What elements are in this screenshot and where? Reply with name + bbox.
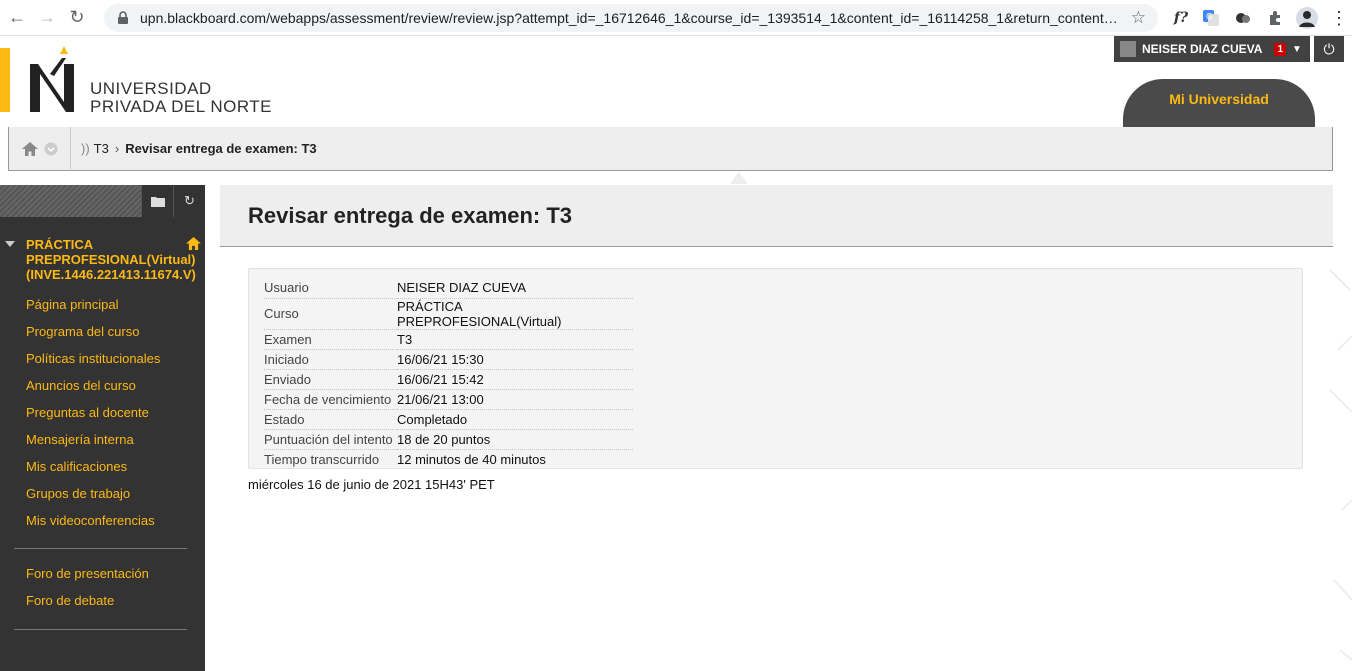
detail-value: 12 minutos de 40 minutos bbox=[397, 451, 546, 467]
background-pattern bbox=[1329, 269, 1352, 661]
user-menu[interactable]: NEISER DIAZ CUEVA 1 ▼ bbox=[1114, 36, 1310, 62]
sidebar-divider bbox=[14, 548, 187, 549]
detail-label: Usuario bbox=[264, 278, 397, 299]
folder-view-button[interactable] bbox=[141, 185, 173, 217]
profile-avatar-icon[interactable] bbox=[1296, 7, 1318, 29]
logout-button[interactable]: ⏻ bbox=[1314, 36, 1344, 62]
course-menu-toolbar: ↻ bbox=[0, 185, 205, 217]
detail-value: T3 bbox=[397, 329, 633, 350]
detail-label: Iniciado bbox=[264, 349, 397, 370]
chevron-down-icon[interactable]: ▼ bbox=[1292, 44, 1302, 55]
course-menu-list-forums: Foro de presentación Foro de debate bbox=[0, 561, 205, 615]
sidebar-item-foro-presentacion[interactable]: Foro de presentación bbox=[0, 561, 205, 588]
notification-badge[interactable]: 1 bbox=[1274, 42, 1287, 56]
table-row: Estado Completado bbox=[264, 409, 633, 430]
university-name: UNIVERSIDAD PRIVADA DEL NORTE bbox=[90, 80, 272, 116]
puzzle-extensions-icon[interactable] bbox=[1264, 7, 1286, 29]
table-row: Enviado 16/06/21 15:42 bbox=[264, 369, 633, 390]
breadcrumb-prefix: )) bbox=[81, 141, 90, 156]
browser-menu-icon[interactable]: ⋮ bbox=[1328, 7, 1350, 29]
breadcrumb: )) T3 › Revisar entrega de examen: T3 bbox=[8, 126, 1333, 171]
sidebar-item-pagina-principal[interactable]: Página principal bbox=[0, 292, 205, 319]
sidebar-item-programa-curso[interactable]: Programa del curso bbox=[0, 319, 205, 346]
refresh-button[interactable]: ↻ bbox=[173, 185, 205, 217]
course-home-icon[interactable] bbox=[186, 237, 201, 253]
sidebar-item-calificaciones[interactable]: Mis calificaciones bbox=[0, 454, 205, 481]
chevron-down-circle-icon[interactable] bbox=[44, 142, 58, 156]
course-menu-grip[interactable] bbox=[0, 185, 141, 217]
sidebar-item-politicas[interactable]: Políticas institucionales bbox=[0, 346, 205, 373]
submission-timestamp: miércoles 16 de junio de 2021 15H43' PET bbox=[248, 477, 495, 492]
table-row: Examen T3 bbox=[264, 329, 633, 350]
detail-value: 16/06/21 15:42 bbox=[397, 369, 633, 390]
detail-value: 21/06/21 13:00 bbox=[397, 389, 633, 410]
bookmark-star-icon[interactable]: ☆ bbox=[1131, 8, 1146, 28]
page-header: Revisar entrega de examen: T3 bbox=[220, 185, 1333, 247]
lock-icon bbox=[118, 11, 128, 24]
breadcrumb-separator: › bbox=[114, 141, 120, 156]
home-icon[interactable] bbox=[21, 141, 38, 156]
table-row: Curso PRÁCTICA PREPROFESIONAL(Virtual) bbox=[264, 298, 633, 330]
table-row: Iniciado 16/06/21 15:30 bbox=[264, 349, 633, 370]
mi-universidad-label: Mi Universidad bbox=[1169, 91, 1269, 107]
detail-label: Puntuación del intento bbox=[264, 429, 397, 450]
sidebar-item-preguntas-docente[interactable]: Preguntas al docente bbox=[0, 400, 205, 427]
mi-universidad-tab[interactable]: Mi Universidad bbox=[1123, 79, 1315, 127]
detail-value: Completado bbox=[397, 409, 633, 430]
translate-extension-icon[interactable]: G bbox=[1200, 7, 1222, 29]
refresh-icon: ↻ bbox=[184, 193, 195, 208]
reload-icon[interactable]: ↻ bbox=[64, 5, 90, 31]
university-name-line2: PRIVADA DEL NORTE bbox=[90, 97, 273, 116]
detail-label: Tiempo transcurrido bbox=[264, 451, 380, 467]
breadcrumb-current: Revisar entrega de examen: T3 bbox=[125, 141, 317, 156]
upn-logo-icon bbox=[30, 46, 74, 112]
table-row: Fecha de vencimiento 21/06/21 13:00 bbox=[264, 389, 633, 410]
attempt-details-table: Usuario NEISER DIAZ CUEVA Curso PRÁCTICA P… bbox=[264, 278, 633, 469]
collapse-triangle-icon[interactable] bbox=[5, 241, 15, 247]
detail-value: 16/06/21 15:30 bbox=[397, 349, 633, 370]
sidebar-item-grupos[interactable]: Grupos de trabajo bbox=[0, 481, 205, 508]
user-name: NEISER DIAZ CUEVA bbox=[1142, 42, 1263, 56]
course-title[interactable]: PRÁCTICA PREPROFESIONAL(Virtual) (INVE.1… bbox=[0, 217, 205, 282]
page-title: Revisar entrega de examen: T3 bbox=[248, 203, 573, 228]
course-menu: ↻ PRÁCTICA PREPROFESIONAL(Virtual) (INVE… bbox=[0, 185, 205, 671]
back-icon[interactable]: ← bbox=[4, 5, 30, 31]
sidebar-item-foro-debate[interactable]: Foro de debate bbox=[0, 588, 205, 615]
logo-accent-bar bbox=[0, 48, 10, 112]
detail-label: Examen bbox=[264, 329, 397, 350]
user-avatar-icon bbox=[1120, 41, 1136, 57]
detail-value: 18 de 20 puntos bbox=[397, 429, 633, 450]
table-row: Tiempo transcurrido 12 minutos de 40 minu… bbox=[264, 449, 633, 469]
detail-label: Estado bbox=[264, 409, 397, 430]
detail-label: Fecha de vencimiento bbox=[264, 389, 397, 410]
power-icon: ⏻ bbox=[1323, 40, 1335, 57]
formula-extension-label: f? bbox=[1173, 10, 1189, 26]
formula-extension-icon[interactable]: f? bbox=[1170, 7, 1192, 29]
breadcrumb-item-t3[interactable]: T3 bbox=[94, 141, 109, 156]
extension-icon[interactable] bbox=[1232, 7, 1254, 29]
table-row: Puntuación del intento 18 de 20 puntos bbox=[264, 429, 633, 450]
university-name-line1: UNIVERSIDAD bbox=[90, 79, 212, 98]
detail-label: Enviado bbox=[264, 369, 397, 390]
forward-icon[interactable]: → bbox=[34, 5, 60, 31]
address-bar[interactable]: upn.blackboard.com/webapps/assessment/re… bbox=[104, 4, 1158, 32]
url-text: upn.blackboard.com/webapps/assessment/re… bbox=[140, 10, 1120, 26]
course-menu-list: Página principal Programa del curso Polí… bbox=[0, 292, 205, 535]
sidebar-item-anuncios[interactable]: Anuncios del curso bbox=[0, 373, 205, 400]
folder-icon bbox=[150, 197, 165, 207]
table-row: Usuario NEISER DIAZ CUEVA bbox=[264, 278, 633, 299]
attempt-details-panel: Usuario NEISER DIAZ CUEVA Curso PRÁCTICA P… bbox=[248, 268, 1303, 469]
detail-value: NEISER DIAZ CUEVA bbox=[397, 278, 633, 299]
detail-value: PRÁCTICA PREPROFESIONAL(Virtual) bbox=[397, 298, 633, 330]
breadcrumb-notch bbox=[730, 172, 748, 184]
sidebar-item-mensajeria[interactable]: Mensajería interna bbox=[0, 427, 205, 454]
sidebar-item-videoconferencias[interactable]: Mis videoconferencias bbox=[0, 508, 205, 535]
sidebar-divider-bottom bbox=[14, 629, 187, 630]
course-title-text: PRÁCTICA PREPROFESIONAL(Virtual) (INVE.1… bbox=[26, 237, 196, 282]
detail-label: Curso bbox=[264, 298, 397, 330]
breadcrumb-home[interactable] bbox=[9, 126, 71, 171]
svg-text:G: G bbox=[1206, 12, 1212, 21]
